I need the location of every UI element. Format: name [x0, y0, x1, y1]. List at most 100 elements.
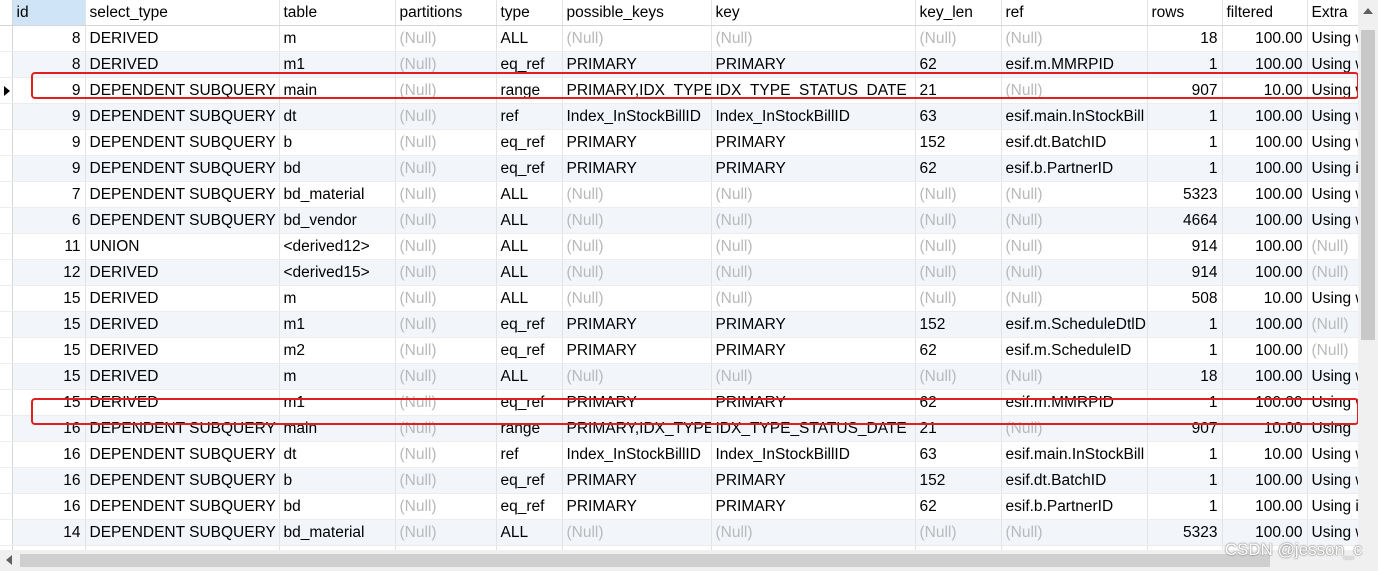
cell-ref[interactable]: (Null) — [1001, 181, 1148, 208]
cell-extra[interactable]: (Null) — [1307, 259, 1358, 286]
cell-partitions[interactable]: (Null) — [395, 285, 497, 312]
cell-rows[interactable]: 914 — [1147, 259, 1223, 286]
cell-rows[interactable]: 914 — [1147, 233, 1223, 260]
cell-extra[interactable]: Using i — [1307, 155, 1358, 182]
cell-key-len[interactable]: 62 — [915, 51, 1002, 78]
cell-filtered[interactable]: 100.00 — [1222, 337, 1308, 364]
cell-table[interactable]: <derived12> — [279, 233, 396, 260]
cell-rows[interactable]: 5323 — [1147, 181, 1223, 208]
cell-table[interactable]: bd — [279, 493, 396, 520]
cell-table[interactable]: m — [279, 363, 396, 390]
cell-key[interactable]: (Null) — [711, 207, 916, 234]
row-gutter[interactable] — [0, 285, 13, 312]
cell-table[interactable]: m2 — [279, 337, 396, 364]
row-gutter[interactable] — [0, 51, 13, 78]
cell-key[interactable]: (Null) — [711, 285, 916, 312]
cell-select-type[interactable]: DERIVED — [85, 311, 280, 338]
row-gutter[interactable] — [0, 181, 13, 208]
cell-select-type[interactable]: DEPENDENT SUBQUERY — [85, 181, 280, 208]
row-gutter[interactable] — [0, 493, 13, 520]
cell-select-type[interactable]: DEPENDENT SUBQUERY — [85, 519, 280, 546]
cell-id[interactable]: 16 — [12, 415, 86, 442]
column-header-partitions[interactable]: partitions — [395, 0, 497, 26]
row-gutter[interactable] — [0, 441, 13, 468]
cell-rows[interactable]: 1 — [1147, 337, 1223, 364]
cell-key-len[interactable]: (Null) — [915, 285, 1002, 312]
cell-filtered[interactable]: 100.00 — [1222, 389, 1308, 416]
cell-key-len[interactable]: (Null) — [915, 25, 1002, 52]
cell-filtered[interactable]: 100.00 — [1222, 259, 1308, 286]
table-row[interactable]: 15 DERIVED m1 (Null) eq_ref PRIMARY PRIMARY 152… — [0, 311, 1358, 338]
column-header-filtered[interactable]: filtered — [1222, 0, 1308, 26]
cell-ref[interactable]: esif.m.MMRPID — [1001, 389, 1148, 416]
cell-partitions[interactable]: (Null) — [395, 207, 497, 234]
cell-filtered[interactable]: 100.00 — [1222, 467, 1308, 494]
cell-id[interactable]: 15 — [12, 337, 86, 364]
cell-id[interactable]: 15 — [12, 285, 86, 312]
cell-extra[interactable]: Using w — [1307, 129, 1358, 156]
cell-filtered[interactable]: 100.00 — [1222, 129, 1308, 156]
table-row[interactable]: 16 DEPENDENT SUBQUERY b (Null) eq_ref PRIMARY… — [0, 467, 1358, 494]
cell-id[interactable]: 9 — [12, 155, 86, 182]
row-gutter[interactable] — [0, 311, 13, 338]
cell-id[interactable]: 15 — [12, 311, 86, 338]
cell-possible-keys[interactable]: PRIMARY,IDX_TYPE_ — [562, 415, 712, 442]
cell-type[interactable]: ref — [496, 103, 563, 130]
cell-type[interactable]: eq_ref — [496, 337, 563, 364]
cell-extra[interactable]: Using i — [1307, 493, 1358, 520]
cell-possible-keys[interactable]: PRIMARY — [562, 467, 712, 494]
cell-rows[interactable]: 4664 — [1147, 207, 1223, 234]
cell-id[interactable]: 15 — [12, 363, 86, 390]
cell-partitions[interactable]: (Null) — [395, 25, 497, 52]
cell-ref[interactable]: (Null) — [1001, 233, 1148, 260]
cell-type[interactable]: eq_ref — [496, 51, 563, 78]
cell-possible-keys[interactable]: Index_InStockBillID — [562, 103, 712, 130]
cell-type[interactable]: ref — [496, 441, 563, 468]
cell-id[interactable]: 15 — [12, 389, 86, 416]
cell-id[interactable]: 16 — [12, 441, 86, 468]
cell-table[interactable]: main — [279, 415, 396, 442]
cell-select-type[interactable]: DERIVED — [85, 363, 280, 390]
cell-rows[interactable]: 1 — [1147, 441, 1223, 468]
cell-id[interactable]: 6 — [12, 207, 86, 234]
cell-key[interactable]: Index_InStockBillID — [711, 441, 916, 468]
cell-ref[interactable]: (Null) — [1001, 285, 1148, 312]
cell-filtered[interactable]: 100.00 — [1222, 103, 1308, 130]
table-row[interactable]: 15 DERIVED m2 (Null) eq_ref PRIMARY PRIMARY 62 e… — [0, 337, 1358, 364]
cell-partitions[interactable]: (Null) — [395, 519, 497, 546]
cell-partitions[interactable]: (Null) — [395, 51, 497, 78]
cell-ref[interactable]: esif.m.MMRPID — [1001, 51, 1148, 78]
row-gutter[interactable] — [0, 103, 13, 130]
cell-id[interactable]: 11 — [12, 233, 86, 260]
cell-key-len[interactable]: 21 — [915, 415, 1002, 442]
cell-select-type[interactable]: DEPENDENT SUBQUERY — [85, 467, 280, 494]
cell-table[interactable]: b — [279, 129, 396, 156]
cell-type[interactable]: eq_ref — [496, 129, 563, 156]
table-row[interactable]: 8 DERIVED m1 (Null) eq_ref PRIMARY PRIMARY 62 es… — [0, 51, 1358, 78]
table-row[interactable]: 12 DERIVED <derived15> (Null) ALL (Null) (Null… — [0, 259, 1358, 286]
cell-type[interactable]: ALL — [496, 519, 563, 546]
cell-key-len[interactable]: (Null) — [915, 233, 1002, 260]
cell-table[interactable]: bd — [279, 155, 396, 182]
cell-partitions[interactable]: (Null) — [395, 129, 497, 156]
cell-key[interactable]: PRIMARY — [711, 467, 916, 494]
cell-key-len[interactable]: (Null) — [915, 207, 1002, 234]
cell-id[interactable]: 9 — [12, 77, 86, 104]
cell-possible-keys[interactable]: PRIMARY — [562, 493, 712, 520]
cell-type[interactable]: eq_ref — [496, 493, 563, 520]
cell-rows[interactable]: 907 — [1147, 77, 1223, 104]
cell-select-type[interactable]: DEPENDENT SUBQUERY — [85, 441, 280, 468]
cell-type[interactable]: ALL — [496, 25, 563, 52]
horizontal-scroll-thumb[interactable] — [20, 554, 1270, 567]
column-header-ref[interactable]: ref — [1001, 0, 1148, 26]
row-gutter[interactable] — [0, 207, 13, 234]
cell-rows[interactable]: 18 — [1147, 25, 1223, 52]
cell-table[interactable]: bd_vendor — [279, 207, 396, 234]
cell-extra[interactable]: Using w — [1307, 441, 1358, 468]
cell-key-len[interactable]: (Null) — [915, 259, 1002, 286]
cell-rows[interactable]: 1 — [1147, 493, 1223, 520]
table-row[interactable]: 15 DERIVED m (Null) ALL (Null) (Null) (Null) (Nu… — [0, 363, 1358, 390]
row-gutter[interactable] — [0, 415, 13, 442]
cell-extra[interactable]: (Null) — [1307, 311, 1358, 338]
table-row[interactable]: 15 DERIVED m1 (Null) eq_ref PRIMARY PRIMARY 62 e… — [0, 389, 1358, 416]
